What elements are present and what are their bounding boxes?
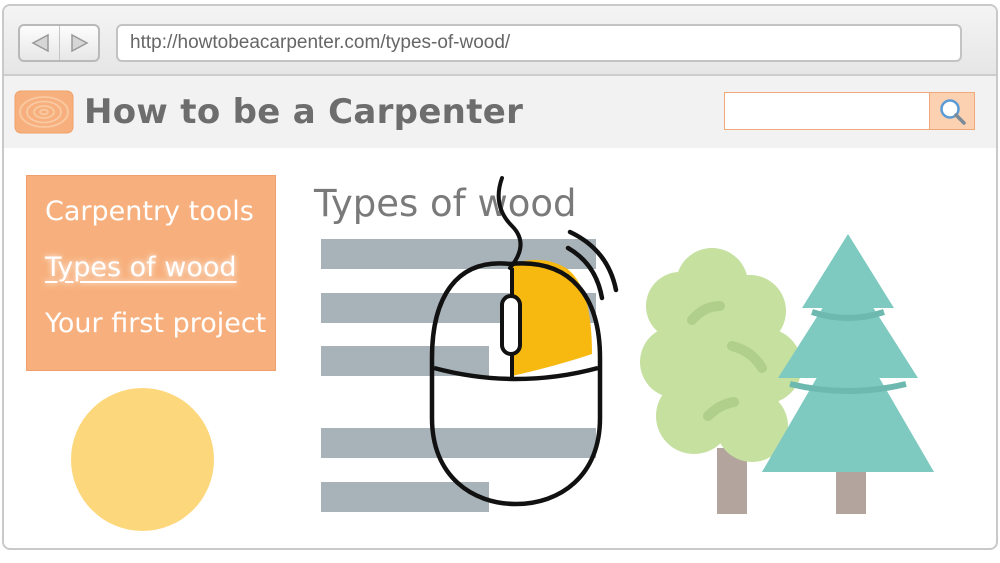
browser-window: http://howtobeacarpenter.com/types-of-wo… [2,4,998,550]
illustration-layer [429,176,934,514]
computer-mouse-right-click-icon[interactable] [429,176,619,507]
pine-tree-icon [762,234,934,514]
deciduous-tree-icon [640,248,802,514]
